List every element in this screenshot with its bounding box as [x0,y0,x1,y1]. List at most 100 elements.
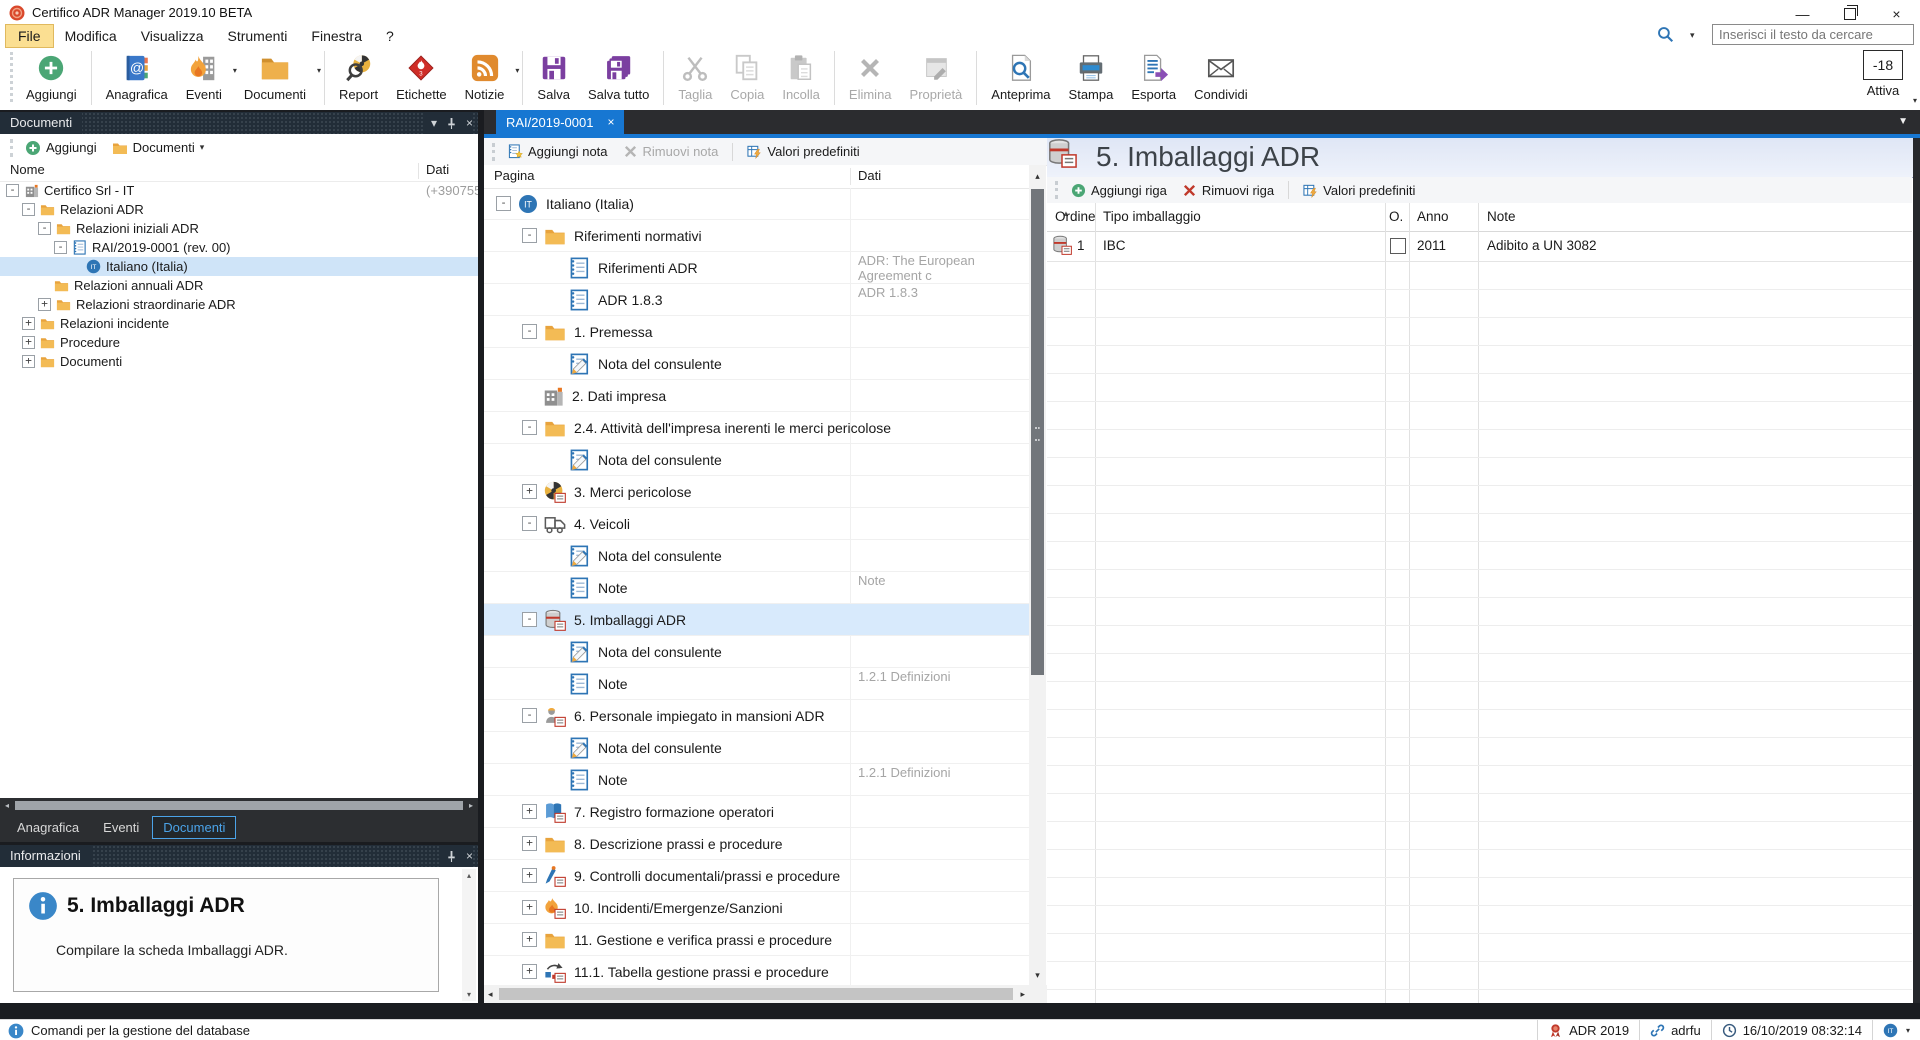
page-row[interactable]: -5. Imballaggi ADR [484,604,1029,636]
column-anno[interactable]: Anno [1417,209,1449,224]
expander-plus-icon[interactable]: + [38,298,51,311]
tree-row[interactable]: -Relazioni iniziali ADR [0,219,478,238]
documenti-button[interactable]: Documenti▾ [235,48,319,102]
scrollbar-thumb[interactable] [1031,189,1044,675]
page-row[interactable]: Nota del consulente [484,732,1029,764]
page-row[interactable]: -ITItaliano (Italia) [484,188,1029,220]
aggiungi-nota-button[interactable]: Aggiungi nota [503,144,613,159]
anteprima-button[interactable]: Anteprima [982,48,1059,102]
tree-row[interactable]: +Procedure [0,333,478,352]
scroll-left-icon[interactable]: ◂ [488,989,493,1000]
menu-item-[interactable]: ? [374,25,406,47]
chevron-down-icon[interactable]: ▾ [200,142,205,153]
close-icon[interactable]: × [466,850,473,862]
salva-tutto-button[interactable]: Salva tutto [579,48,658,102]
tree-row[interactable]: Relazioni annuali ADR [0,276,478,295]
tab-anagrafica[interactable]: Anagrafica [6,816,90,839]
etichette-button[interactable]: 3Etichette [387,48,456,102]
scrollbar-thumb[interactable] [15,801,463,810]
panel-menu-chevron-icon[interactable]: ▾ [431,117,437,129]
scroll-up-icon[interactable]: ▴ [1029,171,1046,182]
pin-icon[interactable] [446,850,457,863]
tab-documenti[interactable]: Documenti [152,816,236,839]
column-note[interactable]: Note [1487,209,1516,224]
column-ordine[interactable]: Ordine [1055,209,1096,224]
aggiungi-riga-button[interactable]: Aggiungi riga [1066,183,1172,198]
expander-plus-icon[interactable]: + [522,484,537,499]
expander-minus-icon[interactable]: - [522,708,537,723]
notizie-button[interactable]: Notizie▾ [456,48,518,102]
chevron-down-icon[interactable]: ▾ [1906,1026,1910,1035]
menu-item-visualizza[interactable]: Visualizza [129,25,216,47]
page-row[interactable]: Nota del consulente [484,540,1029,572]
close-icon[interactable]: × [466,117,473,129]
expander-minus-icon[interactable]: - [54,241,67,254]
search-input[interactable] [1712,24,1914,45]
expander-plus-icon[interactable]: + [22,317,35,330]
page-row[interactable]: +8. Descrizione prassi e procedure [484,828,1029,860]
page-row[interactable]: ADR 1.8.3ADR 1.8.3 [484,284,1029,316]
anagrafica-button[interactable]: @Anagrafica [97,48,177,102]
page-row[interactable]: 2. Dati impresa [484,380,1029,412]
menu-item-modifica[interactable]: Modifica [53,25,129,47]
page-row[interactable]: -2.4. Attività dell'impresa inerenti le … [484,412,1029,444]
expander-plus-icon[interactable]: + [22,336,35,349]
chevron-down-icon[interactable]: ▾ [515,66,519,75]
esporta-button[interactable]: Esporta [1122,48,1185,102]
page-row[interactable]: +7. Registro formazione operatori [484,796,1029,828]
tree-row[interactable]: +Documenti [0,352,478,371]
rimuovi-riga-button[interactable]: Rimuovi riga [1177,183,1279,198]
chevron-down-icon[interactable]: ▾ [317,66,321,75]
scrollbar-thumb[interactable] [499,988,1013,1000]
minimize-button[interactable]: — [1779,0,1826,27]
search-icon[interactable] [1657,26,1674,43]
expander-plus-icon[interactable]: + [522,868,537,883]
expander-plus-icon[interactable]: + [522,900,537,915]
page-row[interactable]: Riferimenti ADRADR: The European Agreeme… [484,252,1029,284]
expander-minus-icon[interactable]: - [6,184,19,197]
tree-row[interactable]: -Certifico Srl - IT(+3907559 [0,181,478,200]
tree-row[interactable]: -RAI/2019-0001 (rev. 00) [0,238,478,257]
tab-list-chevron-icon[interactable]: ▼ [1898,116,1908,127]
documenti-button[interactable]: Documenti▾ [107,140,210,156]
condividi-button[interactable]: Condividi [1185,48,1256,102]
tree-row[interactable]: +Relazioni incidente [0,314,478,333]
expander-minus-icon[interactable]: - [522,420,537,435]
pin-icon[interactable] [446,117,457,130]
table-row[interactable]: 1IBC2011Adibito a UN 3082 [1047,231,1912,262]
stampa-button[interactable]: Stampa [1060,48,1123,102]
status-item-language[interactable]: IT▾ [1872,1020,1920,1040]
expander-plus-icon[interactable]: + [22,355,35,368]
column-o[interactable]: O. [1389,209,1403,224]
document-vertical-scrollbar[interactable]: ▴ ▾ [1029,165,1046,985]
page-row[interactable]: -4. Veicoli [484,508,1029,540]
search-options-chevron-icon[interactable]: ▾ [1690,30,1695,41]
aggiungi-button[interactable]: Aggiungi [20,140,102,156]
tab-close-icon[interactable]: × [607,115,614,129]
scroll-down-icon[interactable]: ▾ [462,990,476,999]
tree-row[interactable]: +Relazioni straordinarie ADR [0,295,478,314]
valori-predefiniti-button[interactable]: Valori predefiniti [742,144,864,159]
document-tab[interactable]: RAI/2019-0001 × [496,110,624,134]
page-row[interactable]: +11. Gestione e verifica prassi e proced… [484,924,1029,956]
document-horizontal-scrollbar[interactable]: ◂ ▸ [484,985,1047,1003]
page-row[interactable]: NoteNote [484,572,1029,604]
scroll-right-icon[interactable]: ▸ [1020,989,1025,1000]
expander-minus-icon[interactable]: - [496,196,511,211]
tree-row[interactable]: -Relazioni ADR [0,200,478,219]
restore-button[interactable] [1826,0,1873,27]
expander-minus-icon[interactable]: - [522,612,537,627]
menu-item-finestra[interactable]: Finestra [299,25,374,47]
page-row[interactable]: -6. Personale impiegato in mansioni ADR [484,700,1029,732]
expander-plus-icon[interactable]: + [522,804,537,819]
scroll-down-icon[interactable]: ▾ [1029,970,1046,981]
page-row[interactable]: Nota del consulente [484,444,1029,476]
activation-button[interactable]: -18 Attiva [1860,50,1906,98]
scroll-right-icon[interactable]: ▸ [464,801,478,810]
expander-minus-icon[interactable]: - [22,203,35,216]
expander-plus-icon[interactable]: + [522,836,537,851]
toolbar-overflow-chevron-icon[interactable]: ▾ [1913,96,1917,105]
page-row[interactable]: +9. Controlli documentali/prassi e proce… [484,860,1029,892]
expander-minus-icon[interactable]: - [522,324,537,339]
expander-minus-icon[interactable]: - [522,516,537,531]
